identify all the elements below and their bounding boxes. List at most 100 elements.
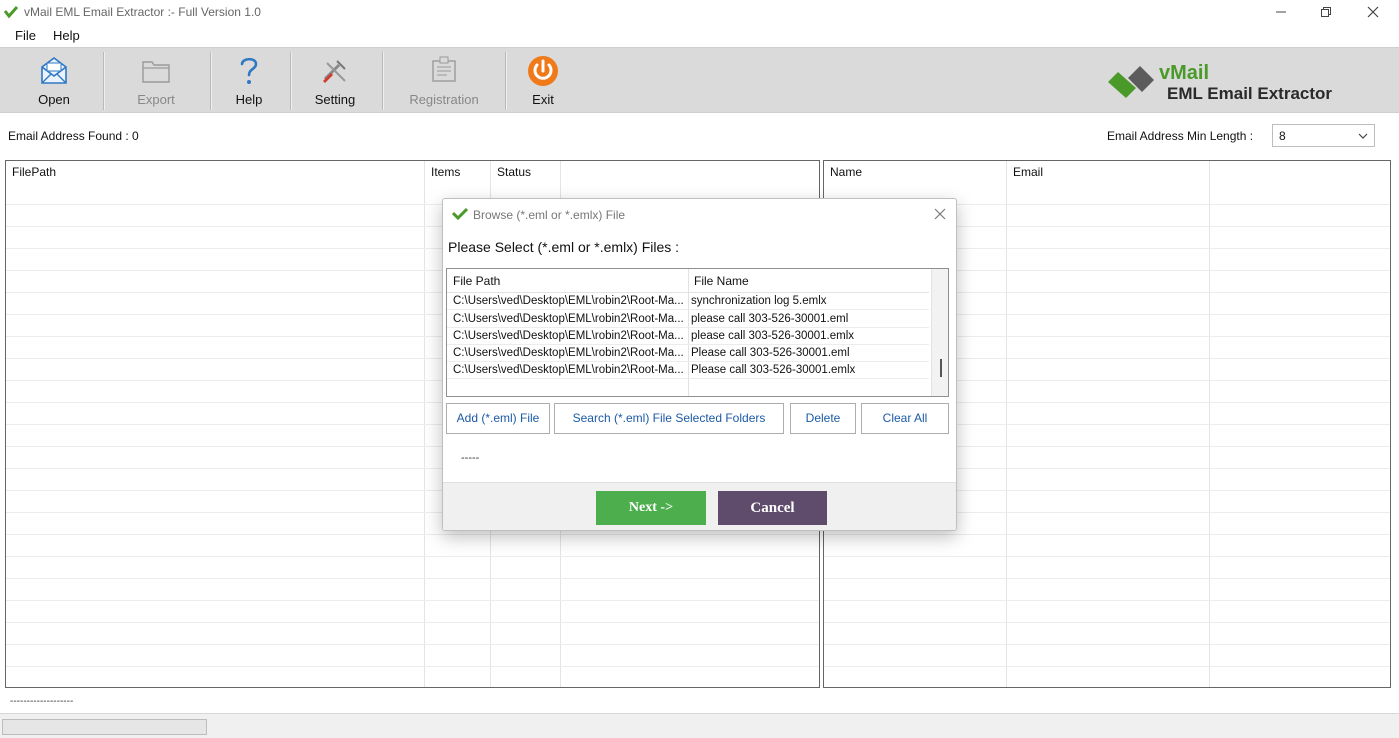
grid-row-line: [6, 622, 819, 623]
grid-row-line: [824, 578, 1390, 579]
list-item-path: C:\Users\ved\Desktop\EML\robin2\Root-Ma.…: [453, 313, 684, 325]
open-button[interactable]: Open: [18, 48, 90, 112]
grid-row-line: [6, 534, 819, 535]
dialog-prompt: Please Select (*.eml or *.emlx) Files :: [448, 239, 680, 255]
vmail-logo-icon: [452, 208, 468, 220]
export-icon: [142, 61, 170, 83]
registration-icon: [432, 56, 456, 82]
export-label: Export: [137, 92, 175, 107]
chevron-down-icon: [1358, 133, 1368, 139]
open-label: Open: [38, 92, 70, 107]
registration-button[interactable]: Registration: [400, 48, 488, 112]
toolbar: Open Export Help Setting Registration Ex…: [0, 47, 1399, 113]
min-length-value: 8: [1279, 129, 1286, 143]
add-file-button[interactable]: Add (*.eml) File: [446, 403, 550, 434]
dialog-title-bar: Browse (*.eml or *.emlx) File: [443, 199, 956, 229]
grid-row-line: [824, 600, 1390, 601]
min-length-label: Email Address Min Length :: [1107, 129, 1254, 143]
clear-all-button[interactable]: Clear All: [861, 403, 949, 434]
status-bar: [0, 713, 1399, 738]
list-item-path: C:\Users\ved\Desktop\EML\robin2\Root-Ma.…: [453, 364, 684, 376]
minimize-button[interactable]: [1258, 0, 1304, 24]
list-item[interactable]: C:\Users\ved\Desktop\EML\robin2\Root-Ma.…: [447, 311, 929, 328]
toolbar-divider: [210, 52, 211, 110]
dialog-footer: Next -> Cancel: [443, 482, 956, 530]
menu-help[interactable]: Help: [53, 28, 80, 43]
column-header-name[interactable]: Name: [824, 161, 862, 183]
open-mail-icon: [41, 57, 67, 84]
export-button[interactable]: Export: [118, 48, 194, 112]
title-bar: vMail EML Email Extractor :- Full Versio…: [0, 0, 1399, 24]
grid-row-line: [824, 534, 1390, 535]
window-title: vMail EML Email Extractor :- Full Versio…: [24, 5, 261, 19]
grid-row-line: [824, 644, 1390, 645]
list-item-name: Please call 303-526-30001.eml: [691, 347, 850, 359]
brand: vMail EML Email Extractor: [1106, 60, 1386, 104]
search-folders-button[interactable]: Search (*.eml) File Selected Folders: [554, 403, 784, 434]
list-item-name: synchronization log 5.emlx: [691, 295, 827, 307]
grid-row-line: [824, 556, 1390, 557]
grid-row-line: [6, 600, 819, 601]
list-item-path: C:\Users\ved\Desktop\EML\robin2\Root-Ma.…: [453, 347, 684, 359]
help-label: Help: [235, 92, 263, 107]
column-header-email[interactable]: Email: [1007, 161, 1043, 183]
close-button[interactable]: [1350, 0, 1396, 24]
restore-button[interactable]: [1303, 0, 1349, 24]
grid-row-line: [824, 666, 1390, 667]
toolbar-divider: [103, 52, 104, 110]
dialog-title: Browse (*.eml or *.emlx) File: [473, 208, 626, 222]
status-text: -------------------: [10, 696, 74, 707]
progress-bar: [2, 719, 207, 735]
list-item[interactable]: C:\Users\ved\Desktop\EML\robin2\Root-Ma.…: [447, 345, 929, 362]
list-item-name: Please call 303-526-30001.emlx: [691, 364, 856, 376]
toolbar-divider: [290, 52, 291, 110]
cancel-button[interactable]: Cancel: [718, 491, 827, 525]
grid-row-line: [824, 622, 1390, 623]
minimize-icon: [1276, 11, 1286, 13]
column-header-file-path[interactable]: File Path: [447, 269, 688, 293]
scrollbar-thumb[interactable]: [940, 359, 942, 377]
grid-row-line: [6, 578, 819, 579]
exit-button[interactable]: Exit: [518, 48, 568, 112]
exit-label: Exit: [532, 92, 554, 107]
toolbar-divider: [382, 52, 383, 110]
list-item[interactable]: C:\Users\ved\Desktop\EML\robin2\Root-Ma.…: [447, 362, 929, 379]
list-item-path: C:\Users\ved\Desktop\EML\robin2\Root-Ma.…: [453, 295, 684, 307]
app-window: vMail EML Email Extractor :- Full Versio…: [0, 0, 1399, 738]
menu-file[interactable]: File: [15, 28, 36, 43]
browse-dialog: Browse (*.eml or *.emlx) File Please Sel…: [442, 198, 957, 531]
next-button[interactable]: Next ->: [596, 491, 706, 525]
list-item[interactable]: C:\Users\ved\Desktop\EML\robin2\Root-Ma.…: [447, 328, 929, 345]
list-item[interactable]: C:\Users\ved\Desktop\EML\robin2\Root-Ma.…: [447, 293, 929, 310]
vmail-logo-icon: [4, 6, 18, 19]
column-header-status[interactable]: Status: [491, 161, 531, 183]
delete-button[interactable]: Delete: [790, 403, 856, 434]
grid-row-line: [6, 666, 819, 667]
close-icon: [1367, 6, 1379, 18]
grid-row-line: [6, 644, 819, 645]
restore-icon: [1321, 7, 1331, 17]
menu-bar: File Help: [0, 24, 1399, 46]
column-header-items[interactable]: Items: [425, 161, 460, 183]
email-found-count: Email Address Found : 0: [8, 129, 139, 143]
help-button[interactable]: Help: [220, 48, 278, 112]
toolbar-divider: [505, 52, 506, 110]
grid-row-line: [6, 556, 819, 557]
tools-icon: [323, 60, 346, 83]
column-header-filepath[interactable]: FilePath: [6, 161, 56, 183]
close-icon[interactable]: [933, 207, 947, 221]
list-item-name: please call 303-526-30001.emlx: [691, 330, 855, 342]
column-header-file-name[interactable]: File Name: [688, 269, 929, 293]
vmail-brand-logo-icon: [1108, 66, 1154, 98]
registration-label: Registration: [409, 92, 479, 107]
brand-name: vMail: [1159, 62, 1210, 84]
dialog-status-text: -----: [461, 452, 480, 464]
file-list[interactable]: File Path File Name C:\Users\ved\Desktop…: [446, 268, 949, 397]
power-icon: [528, 56, 558, 86]
question-mark-icon: [240, 57, 258, 84]
list-item-name: please call 303-526-30001.eml: [691, 313, 849, 325]
list-item-path: C:\Users\ved\Desktop\EML\robin2\Root-Ma.…: [453, 330, 684, 342]
setting-button[interactable]: Setting: [300, 48, 370, 112]
list-scrollbar[interactable]: [931, 269, 948, 396]
min-length-select[interactable]: 8: [1272, 124, 1375, 147]
